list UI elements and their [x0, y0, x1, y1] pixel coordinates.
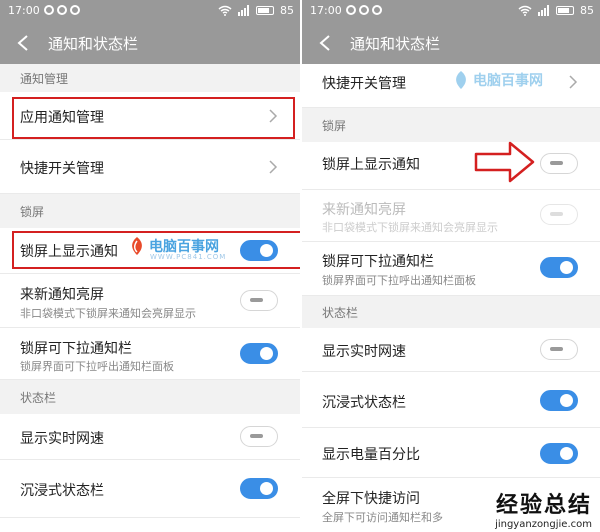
row-quick-switch-manage[interactable]: 快捷开关管理 [302, 64, 600, 108]
row-subtitle: 非口袋模式下锁屏来通知会亮屏显示 [20, 307, 196, 320]
page-title: 通知和状态栏 [350, 35, 441, 53]
toggle-switch-off[interactable] [540, 153, 578, 174]
brand-watermark: 电脑百事网 [452, 70, 543, 90]
toggle-switch-on[interactable] [240, 343, 278, 364]
row-label: 沉浸式状态栏 [322, 395, 406, 411]
row-new-notify-wake: 来新通知亮屏 非口袋模式下锁屏来通知会亮屏显示 [302, 190, 600, 242]
back-arrow-icon[interactable] [318, 34, 332, 52]
section-header-lock-screen: 锁屏 [0, 194, 300, 228]
chevron-right-icon [269, 160, 278, 174]
battery-level: 85 [580, 4, 594, 17]
left-phone-screen: 17:00 85 通知和状态栏 通知管理 应用通知管理 快捷开关管理 锁屏 锁屏… [0, 0, 300, 532]
row-label: 锁屏上显示通知 [322, 157, 420, 173]
row-net-speed[interactable]: 显示实时网速 [302, 328, 600, 372]
toggle-switch-on[interactable] [540, 257, 578, 278]
row-new-notify-wake[interactable]: 来新通知亮屏 非口袋模式下锁屏来通知会亮屏显示 [0, 274, 300, 328]
title-bar: 通知和状态栏 [302, 22, 600, 64]
status-right: 85 [518, 4, 594, 17]
notification-icons [44, 5, 80, 15]
toggle-switch-off[interactable] [240, 290, 278, 311]
highlight-box-app-notify [12, 97, 295, 139]
status-bar: 17:00 85 [0, 0, 300, 22]
chevron-right-icon [569, 75, 578, 89]
row-label: 锁屏可下拉通知栏 [20, 341, 132, 357]
battery-icon [256, 6, 274, 15]
row-immersive-status-bar[interactable]: 沉浸式状态栏 [302, 372, 600, 428]
wifi-icon [518, 5, 532, 16]
toggle-switch-off[interactable] [540, 339, 578, 360]
status-bar: 17:00 85 [302, 0, 600, 22]
row-battery-percentage[interactable]: 显示电量百分比 [302, 428, 600, 478]
notification-icons [346, 5, 382, 15]
row-label: 快捷开关管理 [322, 76, 406, 92]
toggle-switch-disabled [540, 204, 578, 225]
site-watermark: 经验总结 jingyanzongjie.com [495, 487, 592, 530]
status-time: 17:00 [310, 4, 342, 17]
row-label: 来新通知亮屏 [20, 287, 104, 303]
red-arrow-annotation [474, 141, 535, 183]
site-watermark-url: jingyanzongjie.com [495, 519, 592, 530]
row-lock-show-notify[interactable]: 锁屏上显示通知 [302, 142, 600, 190]
brand-watermark-text: 电脑百事网 [473, 73, 543, 89]
back-arrow-icon[interactable] [16, 34, 30, 52]
row-label: 显示实时网速 [20, 431, 104, 447]
battery-icon [556, 6, 574, 15]
toggle-switch-on[interactable] [540, 443, 578, 464]
row-label: 来新通知亮屏 [322, 202, 406, 218]
page-title: 通知和状态栏 [48, 35, 139, 53]
row-net-speed[interactable]: 显示实时网速 [0, 414, 300, 460]
row-quick-switch-manage[interactable]: 快捷开关管理 [0, 140, 300, 194]
row-lock-pulldown[interactable]: 锁屏可下拉通知栏 锁屏界面可下拉呼出通知栏面板 [0, 328, 300, 380]
row-subtitle: 锁屏界面可下拉呼出通知栏面板 [20, 360, 174, 373]
signal-icon [238, 5, 249, 16]
row-immersive-status-bar[interactable]: 沉浸式状态栏 [0, 460, 300, 518]
toggle-switch-on[interactable] [240, 478, 278, 499]
row-subtitle: 非口袋模式下锁屏来通知会亮屏显示 [322, 221, 498, 234]
signal-icon [538, 5, 549, 16]
section-header-status-bar: 状态栏 [302, 296, 600, 328]
section-header-notify-manage: 通知管理 [0, 64, 300, 92]
brand-watermark: 电脑百事网 WWW.PC841.COM [128, 236, 225, 261]
status-right: 85 [218, 4, 294, 17]
brand-logo-icon [456, 71, 466, 89]
row-lock-pulldown[interactable]: 锁屏可下拉通知栏 锁屏界面可下拉呼出通知栏面板 [302, 242, 600, 296]
row-subtitle: 锁屏界面可下拉呼出通知栏面板 [322, 274, 476, 287]
row-label: 快捷开关管理 [20, 161, 104, 177]
section-header-lock-screen: 锁屏 [302, 108, 600, 142]
brand-logo-icon [132, 237, 142, 255]
row-label: 显示电量百分比 [322, 447, 420, 463]
row-label: 显示实时网速 [322, 344, 406, 360]
row-subtitle: 全屏下可访问通知栏和多 [322, 511, 443, 524]
section-header-status-bar: 状态栏 [0, 380, 300, 414]
row-label: 沉浸式状态栏 [20, 483, 104, 499]
brand-watermark-url: WWW.PC841.COM [150, 253, 227, 261]
wifi-icon [218, 5, 232, 16]
right-phone-screen: 17:00 85 通知和状态栏 快捷开关管理 电脑百事网 锁屏 锁屏上显示通知 … [302, 0, 600, 532]
row-label: 全屏下快捷访问 [322, 491, 420, 507]
status-time: 17:00 [8, 4, 40, 17]
title-bar: 通知和状态栏 [0, 22, 300, 64]
battery-level: 85 [280, 4, 294, 17]
toggle-switch-off[interactable] [240, 426, 278, 447]
row-label: 锁屏可下拉通知栏 [322, 254, 434, 270]
toggle-switch-on[interactable] [540, 390, 578, 411]
site-watermark-title: 经验总结 [495, 493, 592, 518]
